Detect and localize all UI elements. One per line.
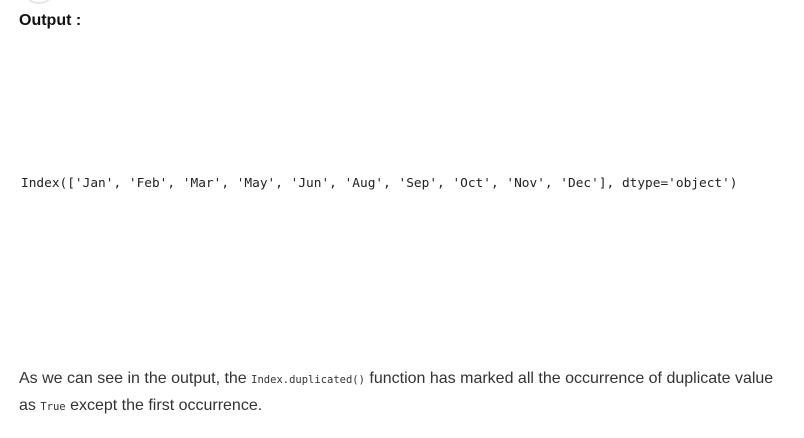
explanation-paragraph: As we can see in the output, the Index.d…	[19, 366, 791, 420]
decorative-curve	[24, 0, 54, 4]
explanation-text: except the first occurrence.	[65, 397, 263, 414]
output-heading: Output :	[19, 12, 82, 29]
explanation-text: As we can see in the output, the	[19, 370, 252, 387]
code-output-block: Index(['Jan', 'Feb', 'Mar', 'May', 'Jun'…	[21, 176, 738, 191]
inline-code-index-duplicated: Index.duplicated()	[251, 374, 365, 386]
inline-code-true: True	[40, 401, 66, 413]
